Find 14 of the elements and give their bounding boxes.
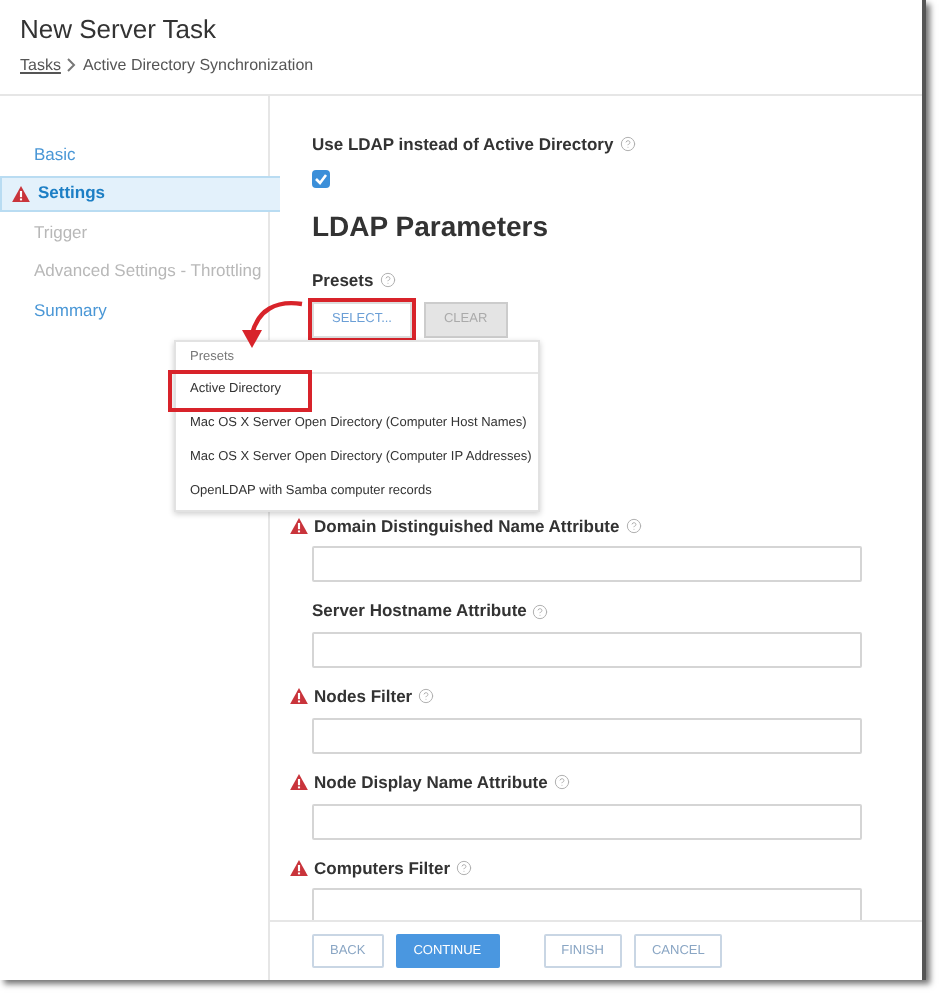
window-title: New Server Task <box>20 12 219 48</box>
field-label: Server Hostname Attribute <box>312 598 527 624</box>
option-label: Use LDAP instead of Active Directory <box>312 132 614 158</box>
sidebar-item[interactable]: Summary <box>0 292 268 329</box>
section-heading: LDAP Parameters <box>312 207 551 246</box>
sidebar-item[interactable]: Settings <box>0 175 280 212</box>
field-label: Domain Distinguished Name Attribute <box>314 513 620 539</box>
field-label: Presets <box>312 267 374 293</box>
breadcrumb-item: Active Directory Synchronization <box>82 53 314 77</box>
breadcrumb-link[interactable]: Tasks <box>20 53 61 77</box>
field-label: Nodes Filter <box>314 684 413 710</box>
field-label: Computers Filter <box>314 855 451 881</box>
sidebar-item[interactable]: Basic <box>0 136 268 173</box>
field-label: Node Display Name Attribute <box>314 769 548 795</box>
